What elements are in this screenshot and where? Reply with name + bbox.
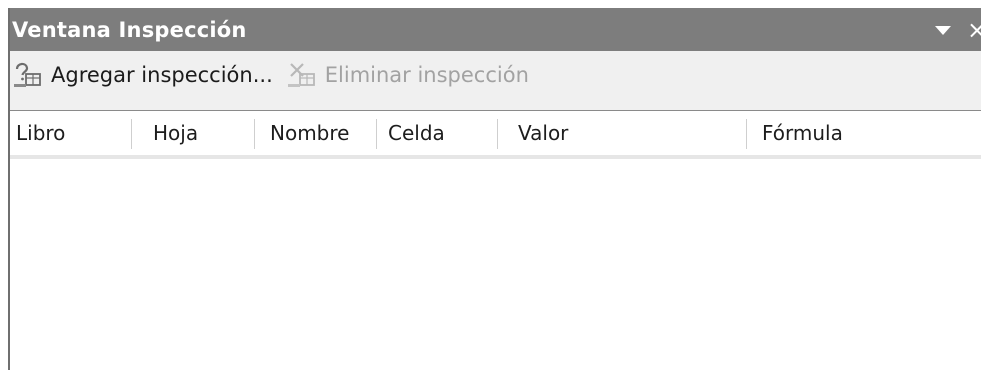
column-header-formula[interactable]: Fórmula: [762, 111, 843, 155]
column-header-libro[interactable]: Libro: [16, 111, 65, 155]
add-watch-icon: [14, 62, 41, 87]
add-watch-button[interactable]: Agregar inspección...: [13, 57, 273, 93]
title-bar[interactable]: Ventana Inspección ×: [10, 8, 981, 51]
toolbar: Agregar inspección... Eliminar inspecció…: [10, 51, 981, 111]
title-controls: ×: [935, 8, 981, 51]
column-header-nombre[interactable]: Nombre: [270, 111, 349, 155]
column-header-celda[interactable]: Celda: [388, 111, 445, 155]
delete-watch-button[interactable]: Eliminar inspección: [287, 57, 529, 93]
column-divider[interactable]: [376, 119, 377, 149]
column-divider[interactable]: [131, 119, 132, 149]
dropdown-arrow-icon[interactable]: [935, 26, 951, 35]
table-header: Libro Hoja Nombre Celda Valor Fórmula: [10, 111, 981, 159]
column-header-valor[interactable]: Valor: [518, 111, 568, 155]
delete-watch-icon: [287, 62, 315, 87]
add-watch-label: Agregar inspección...: [51, 62, 273, 87]
watch-list[interactable]: [10, 159, 981, 370]
column-divider[interactable]: [254, 119, 255, 149]
column-divider[interactable]: [497, 119, 498, 149]
column-header-hoja[interactable]: Hoja: [153, 111, 198, 155]
delete-watch-label: Eliminar inspección: [324, 62, 529, 87]
close-icon[interactable]: ×: [967, 18, 981, 42]
column-divider[interactable]: [746, 119, 747, 149]
watch-window: Ventana Inspección × Agregar inspección.…: [8, 8, 981, 370]
window-title: Ventana Inspección: [12, 17, 247, 42]
